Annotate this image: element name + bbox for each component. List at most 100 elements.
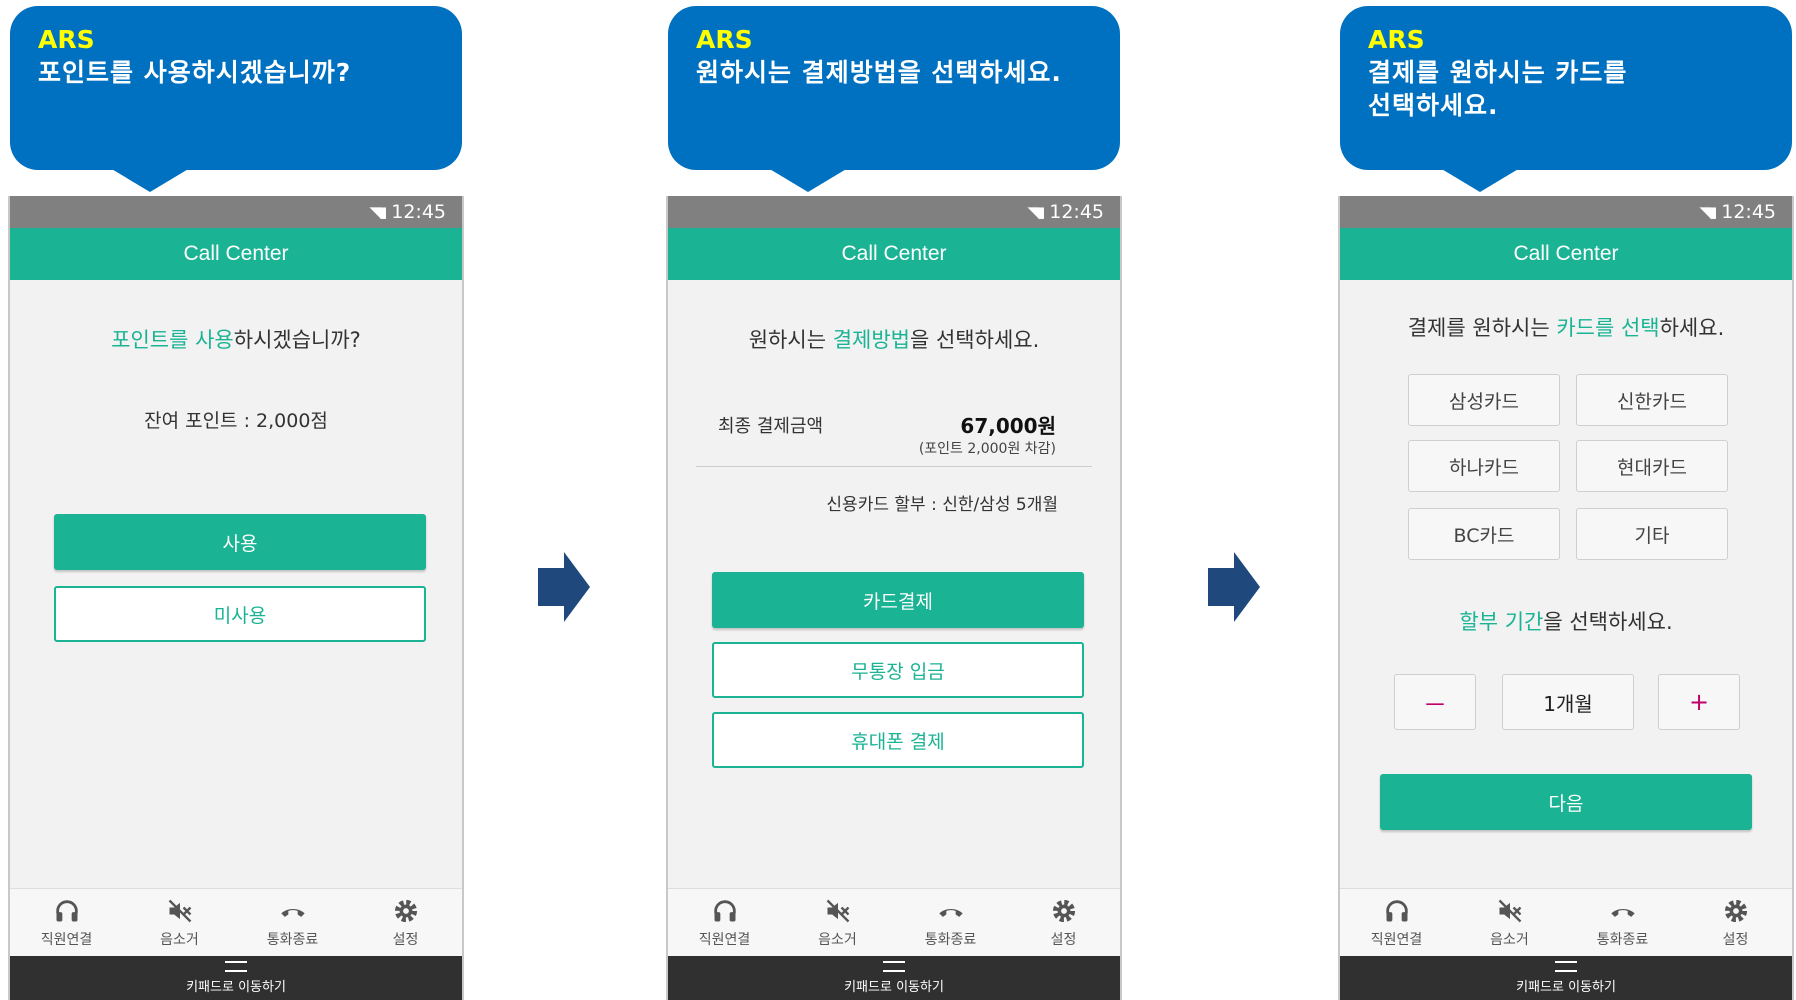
no-use-button[interactable]: 미사용 (54, 586, 426, 642)
prompt-rest: 을 선택하세요. (909, 328, 1040, 352)
tab-label: 직원연결 (40, 932, 93, 948)
tab-mute[interactable]: 음소거 (123, 889, 236, 957)
menu-icon (1555, 961, 1577, 972)
prompt-pre: 원하시는 (748, 328, 833, 352)
card-option-hyundai[interactable]: 현대카드 (1576, 440, 1728, 492)
prompt-pre: 결제를 원하시는 (1407, 316, 1557, 340)
mute-icon (826, 899, 849, 923)
next-button[interactable]: 다음 (1380, 774, 1752, 830)
keypad-nav-label: 키패드로 이동하기 (186, 980, 286, 995)
mute-icon (1498, 899, 1521, 923)
status-time: 12:45 (391, 201, 446, 223)
menu-icon (883, 961, 905, 972)
app-title: Call Center (10, 228, 462, 280)
tab-label: 음소거 (160, 932, 199, 948)
phone-screen-1: ◥▮ 12:45 Call Center 포인트를 사용하시겠습니까? 잔여 포… (8, 196, 464, 1000)
tab-staff-connect[interactable]: 직원연결 (668, 889, 781, 957)
gear-icon (1052, 899, 1075, 923)
divider (696, 466, 1092, 467)
ars-bubble-2: ARS 원하시는 결제방법을 선택하세요. (668, 6, 1120, 192)
gear-icon (1724, 899, 1747, 923)
tab-mute[interactable]: 음소거 (781, 889, 894, 957)
use-button[interactable]: 사용 (54, 514, 426, 570)
hang-up-icon (938, 908, 963, 917)
tab-label: 통화종료 (1596, 932, 1649, 948)
signal-icon: ◥▮ (369, 203, 387, 221)
app-title: Call Center (668, 228, 1120, 280)
tab-hang-up[interactable]: 통화종료 (894, 889, 1007, 957)
hang-up-icon (1610, 908, 1635, 917)
card-option-hana[interactable]: 하나카드 (1408, 440, 1560, 492)
card-option-samsung[interactable]: 삼성카드 (1408, 374, 1560, 426)
keypad-nav[interactable]: 키패드로 이동하기 (668, 956, 1120, 1000)
tab-label: 음소거 (818, 932, 857, 948)
tab-label: 직원연결 (698, 932, 751, 948)
headset-icon (713, 900, 736, 922)
tab-hang-up[interactable]: 통화종료 (236, 889, 349, 957)
card-pay-button[interactable]: 카드결제 (712, 572, 1084, 628)
ars-message: 원하시는 결제방법을 선택하세요. (696, 58, 1062, 87)
prompt-highlight: 결제방법 (832, 328, 910, 352)
increase-button[interactable]: + (1658, 674, 1740, 730)
card-option-shinhan[interactable]: 신한카드 (1576, 374, 1728, 426)
app-title: Call Center (1340, 228, 1792, 280)
headset-icon (55, 900, 78, 922)
tab-mute[interactable]: 음소거 (1453, 889, 1566, 957)
keypad-nav[interactable]: 키패드로 이동하기 (10, 956, 462, 1000)
status-bar: ◥▮ 12:45 (10, 196, 462, 228)
bottom-tabs: 직원연결 음소거 통화종료 설정 (1340, 888, 1792, 957)
signal-icon: ◥▮ (1027, 203, 1045, 221)
tab-label: 설정 (1722, 932, 1749, 948)
prompt-highlight: 포인트를 사용 (111, 328, 234, 352)
prompt-highlight: 카드를 선택 (1556, 316, 1660, 340)
card-option-other[interactable]: 기타 (1576, 508, 1728, 560)
keypad-nav-label: 키패드로 이동하기 (844, 980, 944, 995)
ars-tag: ARS (38, 25, 95, 54)
gear-icon (394, 899, 417, 923)
status-bar: ◥▮ 12:45 (668, 196, 1120, 228)
signal-icon: ◥▮ (1699, 203, 1717, 221)
status-time: 12:45 (1049, 201, 1104, 223)
arrow-right-icon (1208, 552, 1260, 622)
mute-icon (168, 899, 191, 923)
period-value: 1개월 (1502, 674, 1634, 730)
tab-settings[interactable]: 설정 (1007, 889, 1120, 957)
tab-staff-connect[interactable]: 직원연결 (1340, 889, 1453, 957)
arrow-right-icon (538, 552, 590, 622)
bottom-tabs: 직원연결 음소거 통화종료 설정 (10, 888, 462, 957)
status-bar: ◥▮ 12:45 (1340, 196, 1792, 228)
prompt-text: 포인트를 사용하시겠습니까? (10, 324, 462, 354)
phone-screen-3: ◥▮ 12:45 Call Center 결제를 원하시는 카드를 선택하세요.… (1338, 196, 1794, 1000)
period-prompt: 할부 기간을 선택하세요. (1340, 606, 1792, 636)
ars-tag: ARS (1368, 25, 1425, 54)
ars-bubble-3: ARS 결제를 원하시는 카드를 선택하세요. (1340, 6, 1792, 192)
keypad-nav[interactable]: 키패드로 이동하기 (1340, 956, 1792, 1000)
ars-message: 포인트를 사용하시겠습니까? (38, 58, 352, 87)
total-amount: 67,000원 (960, 414, 1056, 438)
phone-pay-button[interactable]: 휴대폰 결제 (712, 712, 1084, 768)
keypad-nav-label: 키패드로 이동하기 (1516, 980, 1616, 995)
ars-message: 결제를 원하시는 카드를 선택하세요. (1368, 58, 1628, 120)
installment-note: 신용카드 할부 : 신한/삼성 5개월 (826, 495, 1058, 515)
tab-settings[interactable]: 설정 (349, 889, 462, 957)
tab-hang-up[interactable]: 통화종료 (1566, 889, 1679, 957)
decrease-button[interactable]: － (1394, 674, 1476, 730)
status-time: 12:45 (1721, 201, 1776, 223)
tab-settings[interactable]: 설정 (1679, 889, 1792, 957)
bank-transfer-button[interactable]: 무통장 입금 (712, 642, 1084, 698)
prompt-rest: 하세요. (1659, 316, 1725, 340)
tab-label: 설정 (1050, 932, 1077, 948)
ars-tag: ARS (696, 25, 753, 54)
card-option-bc[interactable]: BC카드 (1408, 508, 1560, 560)
prompt-text: 결제를 원하시는 카드를 선택하세요. (1340, 312, 1792, 342)
balance-text: 잔여 포인트 : 2,000점 (144, 410, 328, 432)
prompt-text: 원하시는 결제방법을 선택하세요. (668, 324, 1120, 354)
tab-label: 통화종료 (924, 932, 977, 948)
phone-screen-2: ◥▮ 12:45 Call Center 원하시는 결제방법을 선택하세요. 최… (666, 196, 1122, 1000)
tab-label: 직원연결 (1370, 932, 1423, 948)
content-area: 결제를 원하시는 카드를 선택하세요. 삼성카드 신한카드 하나카드 현대카드 … (1340, 280, 1792, 888)
tab-label: 통화종료 (266, 932, 319, 948)
content-area: 포인트를 사용하시겠습니까? 잔여 포인트 : 2,000점 사용 미사용 (10, 280, 462, 888)
tab-staff-connect[interactable]: 직원연결 (10, 889, 123, 957)
period-prompt-highlight: 할부 기간 (1459, 610, 1544, 634)
